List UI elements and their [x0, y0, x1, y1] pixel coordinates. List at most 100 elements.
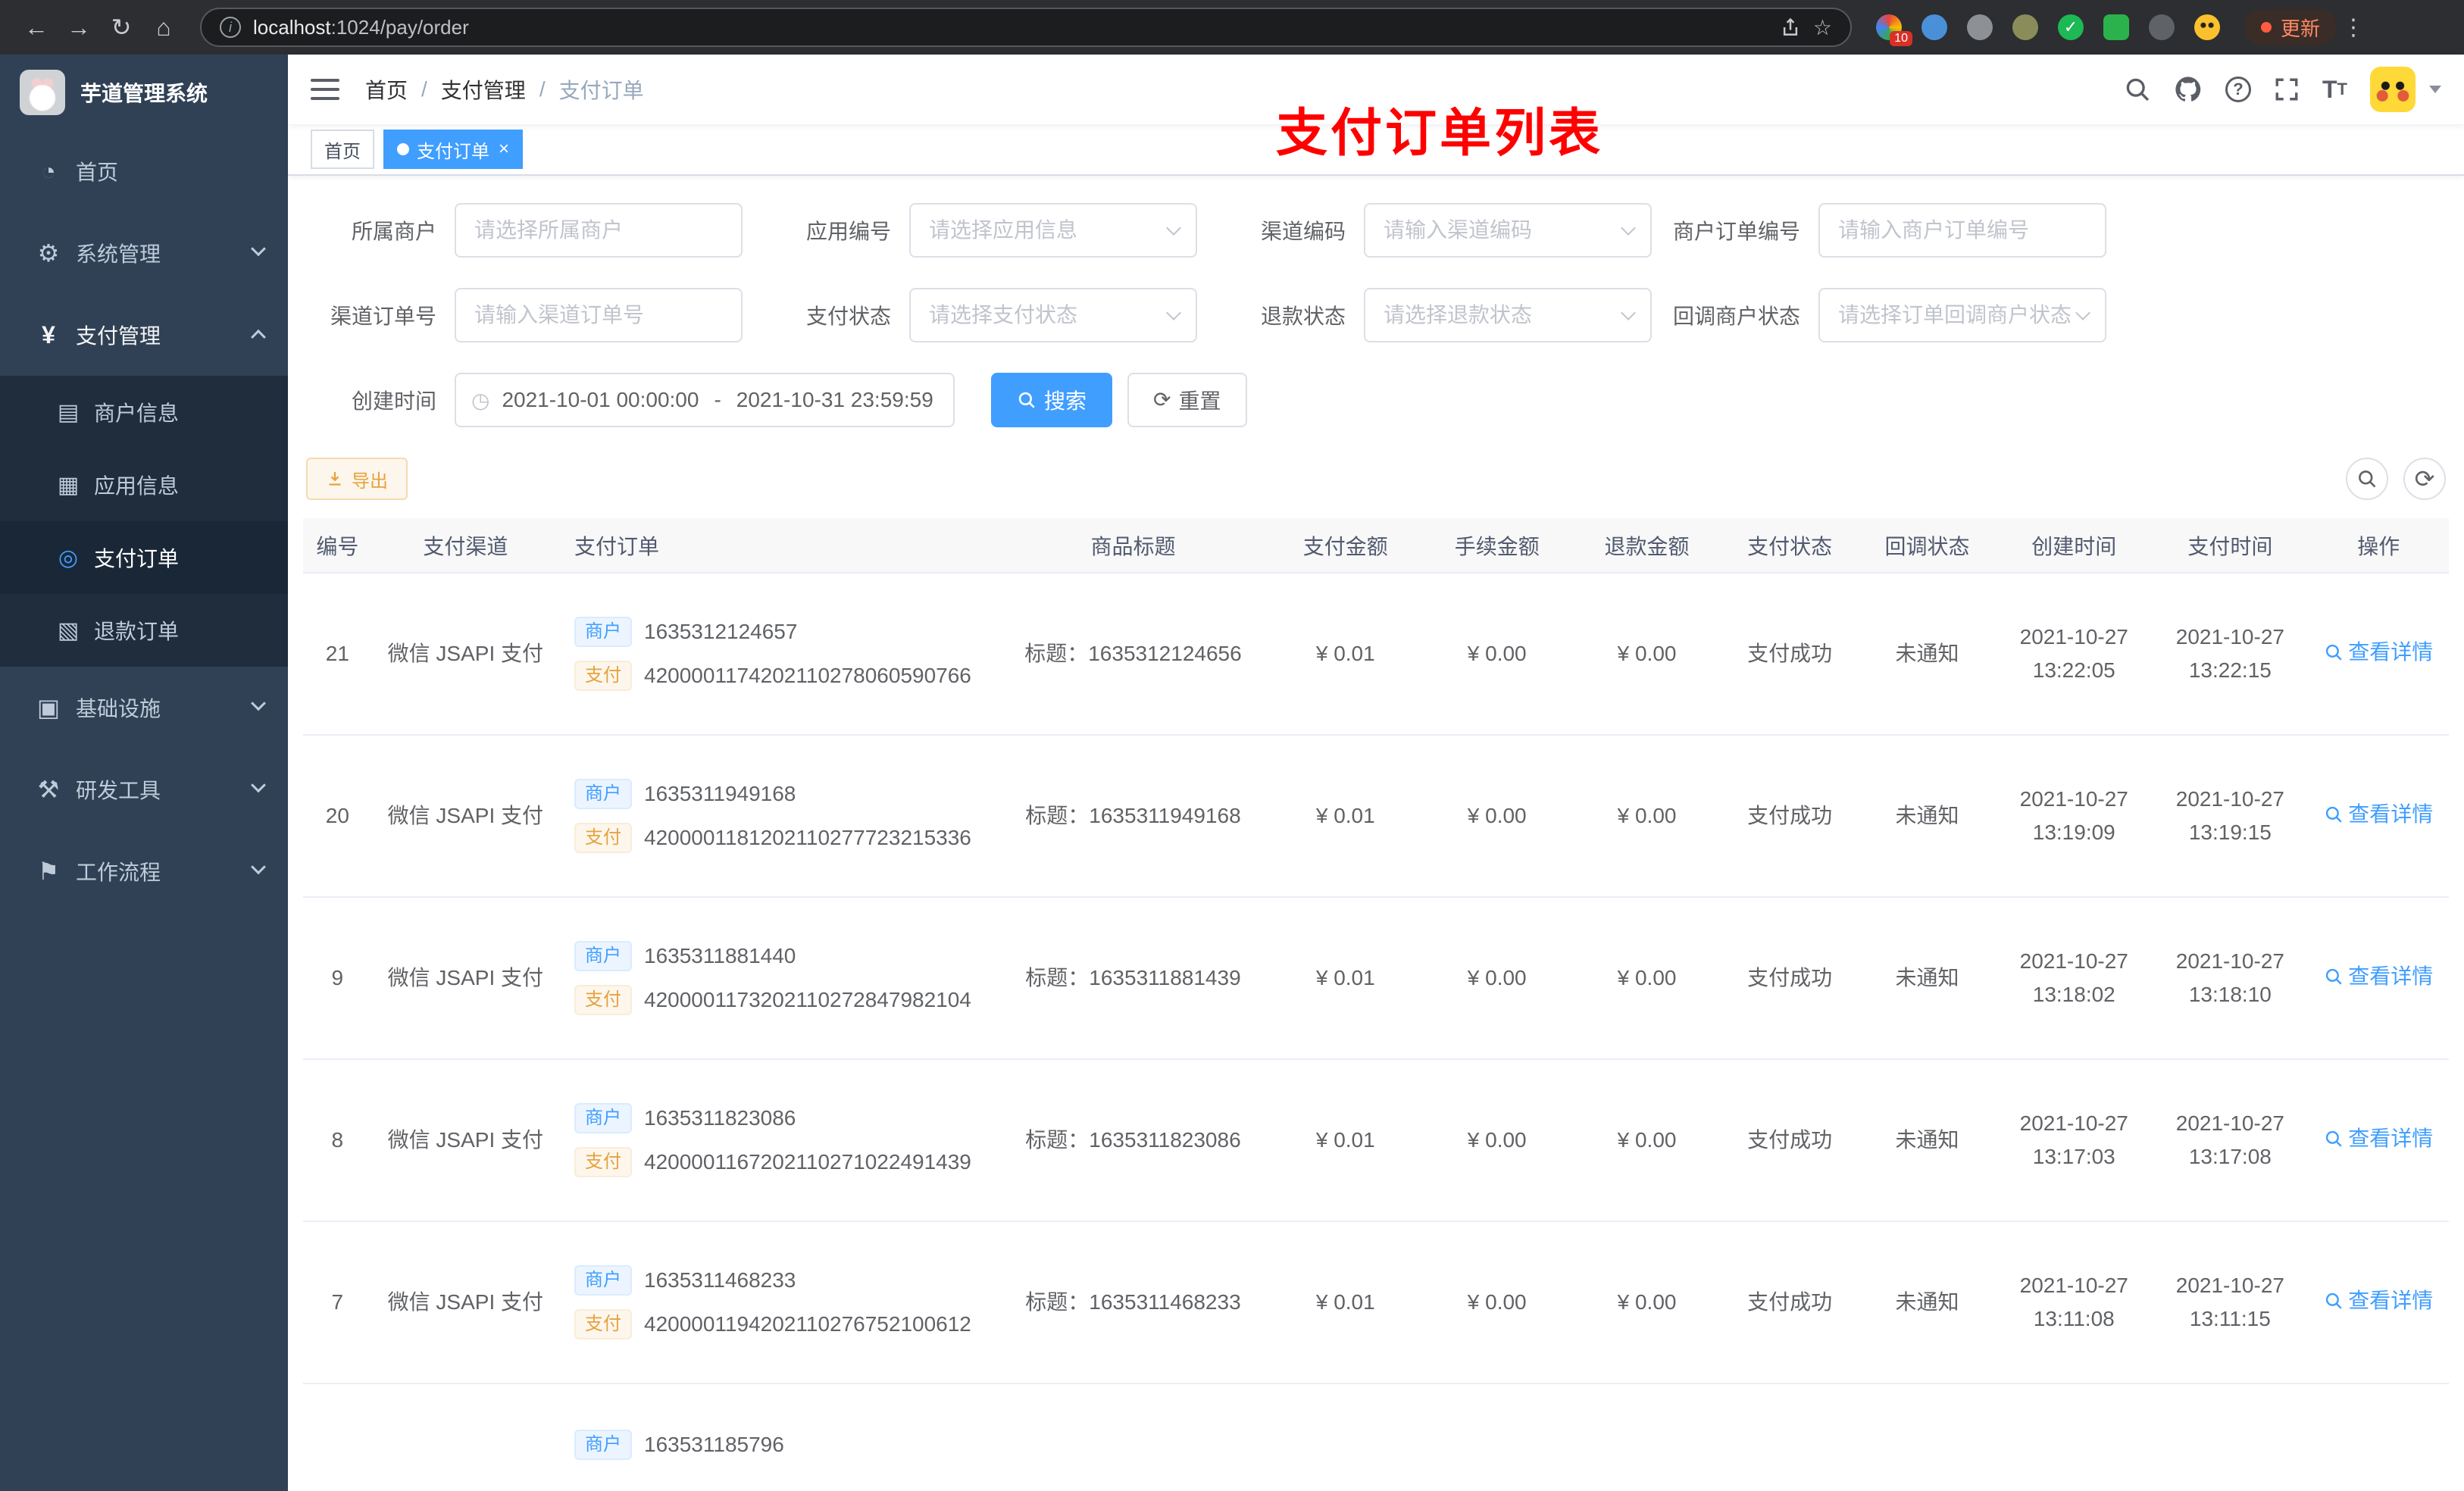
site-info-icon[interactable]: i [220, 17, 241, 38]
channel-code-select[interactable] [1365, 205, 1650, 256]
navbar-actions: ? TT [2124, 67, 2441, 112]
refund-status-select[interactable] [1365, 289, 1650, 341]
sidebar-item-label: 商户信息 [94, 402, 180, 425]
orders-tbody: 21 微信 JSAPI 支付 商户 1635312124657 支付 42000… [303, 573, 2449, 1491]
view-detail-link[interactable]: 查看详情 [2324, 798, 2433, 831]
refresh-icon[interactable]: ↻ [100, 6, 142, 48]
extension-icon-5[interactable]: ✓ [2058, 14, 2084, 40]
view-detail-link[interactable]: 查看详情 [2324, 1122, 2433, 1155]
merchant-order-no-input[interactable] [1820, 205, 2105, 256]
sidebar-item-pay-order[interactable]: ◎ 支付订单 [0, 521, 288, 594]
pay-channel: 微信 JSAPI 支付 [387, 804, 544, 827]
sidebar-item-payment[interactable]: ¥ 支付管理 [0, 294, 288, 376]
font-size-icon[interactable]: TT [2322, 76, 2347, 104]
dashboard-icon: ◔ [41, 157, 56, 185]
create-time: 2021-10-27 13:22:05 [2019, 625, 2128, 682]
app-no-select[interactable] [911, 205, 1196, 256]
home-icon[interactable]: ⌂ [142, 6, 185, 48]
reset-button[interactable]: ⟳ 重置 [1127, 373, 1247, 427]
github-icon[interactable] [2174, 75, 2203, 104]
create-time: 2021-10-27 13:17:03 [2019, 1111, 2128, 1168]
search-icon[interactable] [2124, 76, 2151, 103]
table-row: 21 微信 JSAPI 支付 商户 1635312124657 支付 42000… [303, 573, 2449, 736]
export-button[interactable]: 导出 [306, 458, 408, 500]
extension-icon-3[interactable] [1967, 14, 1993, 40]
merchant-order-no: 1635311881440 [644, 944, 796, 967]
browser-menu-icon[interactable]: ⋮ [2337, 14, 2370, 41]
sidebar-item-infra[interactable]: ▣ 基础设施 [0, 667, 288, 749]
filter-label: 创建时间 [351, 389, 436, 413]
back-icon[interactable]: ← [15, 6, 58, 48]
tab-home[interactable]: 首页 [311, 130, 374, 169]
pay-amount: ¥ 0.01 [1315, 1290, 1375, 1314]
sidebar-item-devtools[interactable]: ⚒ 研发工具 [0, 749, 288, 830]
pay-tag: 支付 [574, 1147, 633, 1177]
avatar-caret-icon[interactable] [2429, 86, 2441, 93]
date-start-value: 2021-10-01 00:00:00 [502, 388, 699, 411]
sidebar-item-workflow[interactable]: ⚑ 工作流程 [0, 830, 288, 912]
pay-status: 支付成功 [1747, 1290, 1833, 1314]
view-detail-link[interactable]: 查看详情 [2324, 636, 2433, 669]
refresh-table-icon[interactable]: ⟳ [2403, 458, 2446, 500]
order-id: 20 [325, 804, 349, 827]
search-button[interactable]: 搜索 [991, 373, 1113, 427]
user-avatar[interactable] [2370, 67, 2416, 112]
merchant-tag: 商户 [574, 941, 633, 971]
share-icon[interactable] [1780, 17, 1801, 38]
sidebar-item-app-info[interactable]: ▦ 应用信息 [0, 449, 288, 521]
extension-icon-6[interactable] [2103, 14, 2129, 40]
channel-order-no-input[interactable] [456, 289, 741, 341]
sidebar-item-home[interactable]: ◔ 首页 [0, 130, 288, 212]
merchant-order-no: 1635311823086 [644, 1106, 796, 1130]
order-target-icon: ◎ [58, 545, 79, 570]
breadcrumb-home[interactable]: 首页 [365, 74, 408, 105]
pay-status-select[interactable] [911, 289, 1196, 341]
pay-time: 2021-10-27 13:19:15 [2175, 787, 2284, 844]
fullscreen-icon[interactable] [2274, 77, 2300, 102]
payment-submenu: ▤ 商户信息 ▦ 应用信息 ◎ 支付订单 ▧ 退款订单 [0, 376, 288, 667]
sidebar-item-system[interactable]: ⚙ 系统管理 [0, 212, 288, 294]
tab-label: 首页 [324, 141, 361, 162]
merchant-order-no: 1635311468233 [644, 1268, 796, 1292]
extension-icon-4[interactable] [2012, 14, 2038, 40]
pay-amount: ¥ 0.01 [1315, 642, 1375, 665]
sidebar-toggle-icon[interactable] [311, 79, 339, 100]
close-icon[interactable]: × [499, 140, 509, 158]
app-logo[interactable]: 芋道管理系统 [0, 55, 288, 130]
orders-table: 编号 支付渠道 支付订单 商品标题 支付金额 手续金额 退款金额 支付状态 回调… [303, 518, 2449, 1491]
pay-time: 2021-10-27 13:22:15 [2175, 625, 2284, 682]
fee-amount: ¥ 0.00 [1467, 1290, 1527, 1314]
view-detail-link[interactable]: 查看详情 [2324, 960, 2433, 993]
sidebar-item-merchant-info[interactable]: ▤ 商户信息 [0, 376, 288, 449]
address-bar[interactable]: i localhost:1024/pay/order ☆ [200, 8, 1852, 47]
extension-icon-8[interactable] [2194, 14, 2220, 40]
extensions-area: 10 ✓ [1876, 14, 2220, 46]
chevron-up-icon [251, 329, 266, 345]
view-detail-link[interactable]: 查看详情 [2324, 1284, 2433, 1318]
extension-icon-7[interactable] [2149, 14, 2175, 40]
col-notify-status: 回调状态 [1858, 518, 1997, 574]
help-icon[interactable]: ? [2225, 77, 2251, 102]
extension-icon-2[interactable] [1921, 14, 1947, 40]
update-label: 更新 [2281, 17, 2321, 40]
product-title: 标题：1635311949168 [1025, 804, 1241, 827]
bookmark-star-icon[interactable]: ☆ [1813, 15, 1832, 40]
order-id: 9 [331, 966, 344, 989]
create-time-range-picker[interactable]: ◷ 2021-10-01 00:00:00 - 2021-10-31 23:59… [455, 373, 955, 427]
pay-amount: ¥ 0.01 [1315, 966, 1375, 989]
merchant-filter-input[interactable] [456, 205, 741, 256]
breadcrumb-payment[interactable]: 支付管理 [441, 74, 526, 105]
tab-pay-order[interactable]: 支付订单 × [383, 130, 524, 169]
toggle-search-icon[interactable] [2346, 458, 2388, 500]
extension-icon-1[interactable]: 10 [1876, 14, 1912, 46]
forward-icon[interactable]: → [58, 6, 100, 48]
filter-label: 支付状态 [805, 305, 891, 328]
sidebar-item-refund-order[interactable]: ▧ 退款订单 [0, 594, 288, 667]
notify-status-select[interactable] [1820, 289, 2105, 341]
browser-update-button[interactable]: 更新 [2244, 9, 2337, 45]
view-detail-label: 查看详情 [2348, 964, 2434, 988]
channel-order-no: 4200001173202110272847982104 [644, 988, 971, 1011]
sidebar-item-label: 首页 [76, 161, 119, 184]
channel-order-no: 4200001174202110278060590766 [644, 664, 971, 687]
pay-channel: 微信 JSAPI 支付 [387, 1128, 544, 1152]
